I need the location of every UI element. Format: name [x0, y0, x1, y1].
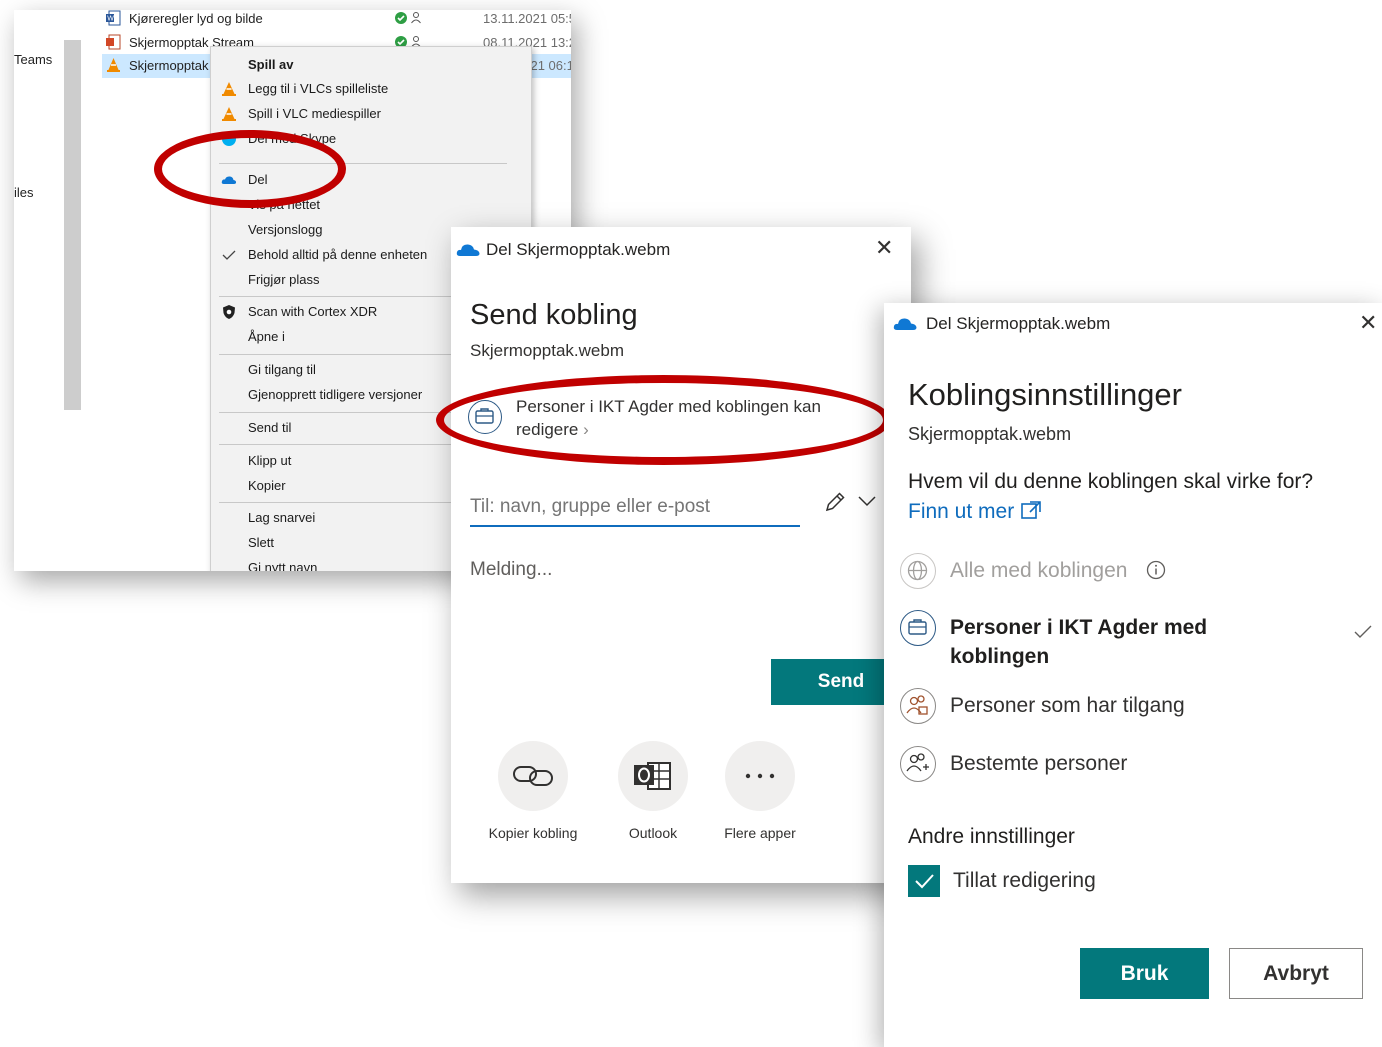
checkmark-icon	[915, 874, 934, 889]
info-icon[interactable]	[1146, 560, 1166, 580]
dialog-header-title: Del Skjermopptak.webm	[486, 240, 671, 259]
audience-question: Hvem vil du denne koblingen skal virke f…	[908, 470, 1314, 493]
message-field[interactable]: Melding...	[470, 559, 552, 581]
allow-edit-label: Tillat redigering	[953, 869, 1096, 892]
other-settings-heading: Andre innstillinger	[908, 825, 1075, 848]
outlook-icon	[634, 762, 671, 790]
annotation-ring-permission	[436, 375, 891, 465]
sync-ok-icon	[395, 12, 421, 24]
external-link-icon	[1021, 501, 1041, 519]
file-name: Kjøreregler lyd og bilde	[129, 11, 263, 26]
share-dialog: Del Skjermopptak.webm ✕ Send kobling Skj…	[451, 227, 911, 883]
globe-icon	[900, 553, 936, 589]
menu-item-label: Spill av	[248, 57, 294, 72]
more-apps-label: Flere apper	[724, 825, 796, 841]
menu-item-label: Versjonslogg	[248, 222, 323, 237]
allow-edit-checkbox[interactable]	[908, 865, 940, 897]
briefcase-icon	[900, 610, 936, 646]
menu-item-add-vlc-playlist[interactable]: Legg til i VLCs spilleliste	[211, 77, 531, 101]
shield-icon	[223, 305, 235, 319]
dialog-heading: Koblingsinnstillinger	[908, 377, 1182, 412]
vlc-cone-icon	[222, 107, 236, 121]
file-name: Skjermopptak	[129, 58, 209, 73]
menu-item-label: Slett	[248, 535, 275, 550]
menu-item-label: Lag snarvei	[248, 510, 316, 525]
learn-more-label: Finn ut mer	[908, 500, 1015, 523]
menu-item-label: Gi tilgang til	[248, 362, 316, 377]
close-icon[interactable]: ✕	[875, 237, 893, 259]
nav-scrollbar[interactable]	[64, 40, 81, 410]
pencil-icon[interactable]	[823, 490, 847, 514]
vlc-cone-icon	[107, 58, 120, 72]
file-name: Skjermopptak.webm	[908, 424, 1072, 444]
annotation-ring-share	[154, 130, 346, 208]
onedrive-cloud-icon	[893, 318, 917, 330]
copy-link-button[interactable]	[498, 741, 568, 811]
cancel-button[interactable]: Avbryt	[1229, 948, 1363, 999]
file-row[interactable]: W Kjøreregler lyd og bilde 13.11.2021 05…	[102, 10, 571, 31]
word-doc-icon: W	[106, 10, 121, 26]
outlook-button[interactable]	[618, 741, 688, 811]
menu-item-label: Gjenopprett tidligere versjoner	[248, 387, 423, 402]
menu-item-label: Gi nytt navn	[248, 560, 318, 571]
close-icon[interactable]: ✕	[1359, 312, 1377, 334]
more-apps-button[interactable]	[725, 741, 795, 811]
navigation-pane: Teams iles	[14, 10, 66, 571]
pdf-doc-icon	[106, 34, 121, 50]
link-icon	[513, 766, 553, 786]
menu-item-label: Spill i VLC mediespiller	[248, 106, 381, 121]
nav-item-teams[interactable]: Teams	[14, 52, 52, 67]
nav-item-files[interactable]: iles	[14, 185, 34, 200]
copy-link-label: Kopier kobling	[488, 825, 578, 841]
menu-item-play[interactable]: Spill av	[211, 53, 531, 77]
recipient-input[interactable]	[470, 489, 800, 527]
checkmark-icon	[1354, 625, 1372, 638]
people-lock-icon	[900, 688, 936, 724]
dialog-heading: Send kobling	[470, 299, 638, 331]
ellipsis-icon	[745, 773, 775, 779]
outlook-label: Outlook	[628, 825, 678, 841]
menu-item-label: Kopier	[248, 478, 286, 493]
option-specific-people[interactable]: Bestemte personer	[884, 746, 1382, 786]
menu-item-label: Frigjør plass	[248, 272, 320, 287]
option-label: Personer som har tilgang	[950, 694, 1185, 717]
people-add-icon	[900, 746, 936, 782]
dialog-header-title: Del Skjermopptak.webm	[926, 314, 1111, 333]
chevron-down-icon[interactable]	[857, 495, 877, 507]
file-date: 13.11.2021 05:5	[483, 11, 571, 26]
option-label: Bestemte personer	[950, 752, 1128, 775]
menu-item-label: Send til	[248, 420, 292, 435]
option-existing-access[interactable]: Personer som har tilgang	[884, 688, 1382, 728]
option-anyone[interactable]: Alle med koblingen	[884, 551, 1382, 591]
link-settings-dialog: Del Skjermopptak.webm ✕ Koblingsinnstill…	[884, 303, 1382, 1047]
onedrive-cloud-icon	[456, 244, 480, 256]
apply-button[interactable]: Bruk	[1080, 948, 1209, 999]
option-organization[interactable]: Personer i IKT Agder med koblingen	[884, 608, 1382, 674]
checkmark-icon	[222, 250, 236, 260]
vlc-cone-icon	[222, 82, 236, 96]
menu-item-label: Legg til i VLCs spilleliste	[248, 81, 389, 96]
menu-item-label: Behold alltid på denne enheten	[248, 247, 428, 262]
menu-item-label: Scan with Cortex XDR	[248, 304, 378, 319]
menu-item-label: Åpne i	[248, 329, 285, 344]
option-label: Personer i IKT Agder med koblingen	[950, 616, 1208, 668]
menu-item-label: Klipp ut	[248, 453, 292, 468]
file-name: Skjermopptak.webm	[470, 341, 625, 360]
menu-item-play-vlc[interactable]: Spill i VLC mediespiller	[211, 102, 531, 126]
learn-more-link[interactable]: Finn ut mer	[908, 500, 1042, 524]
svg-text:W: W	[107, 16, 114, 23]
option-label: Alle med koblingen	[950, 559, 1128, 582]
